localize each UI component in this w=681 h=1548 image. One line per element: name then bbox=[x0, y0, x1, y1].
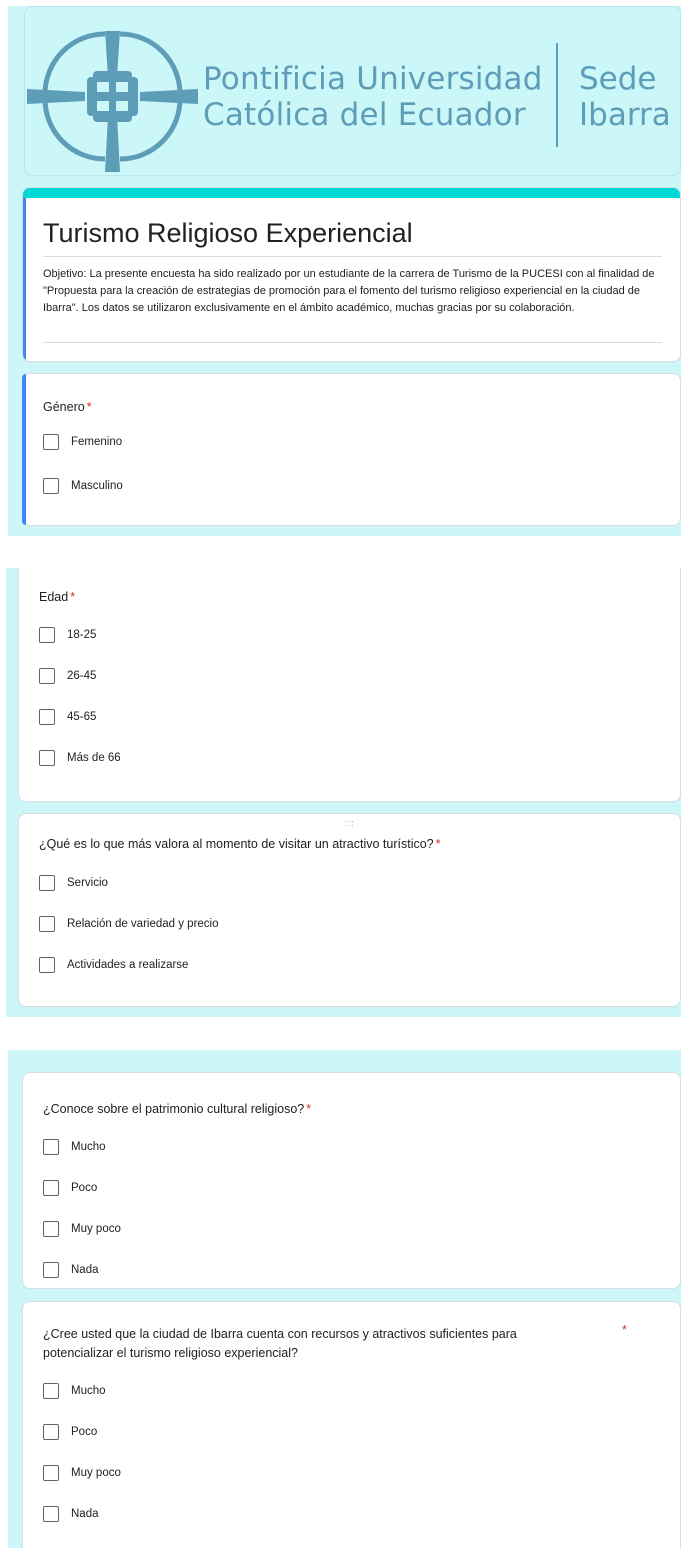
option-actividades[interactable]: Actividades a realizarse bbox=[39, 957, 188, 973]
university-name-line2: Católica del Ecuador bbox=[203, 97, 526, 133]
form-accent-bar bbox=[23, 188, 680, 198]
option-poco[interactable]: Poco bbox=[43, 1424, 97, 1440]
option-26-45[interactable]: 26-45 bbox=[39, 668, 96, 684]
checkbox[interactable] bbox=[43, 434, 59, 450]
university-name: Pontificia Universidad Católica del Ecua… bbox=[203, 61, 543, 133]
question-title: Edad * bbox=[39, 590, 76, 604]
required-asterisk: * bbox=[435, 837, 441, 851]
option-muy-poco[interactable]: Muy poco bbox=[43, 1221, 121, 1237]
checkbox[interactable] bbox=[43, 1221, 59, 1237]
option-relacion-variedad-precio[interactable]: Relación de variedad y precio bbox=[39, 916, 219, 932]
form-description: Objetivo: La presente encuesta ha sido r… bbox=[43, 268, 655, 314]
question-card-patrimonio: ¿Conoce sobre el patrimonio cultural rel… bbox=[22, 1072, 681, 1289]
checkbox[interactable] bbox=[43, 1180, 59, 1196]
option-45-65[interactable]: 45-65 bbox=[39, 709, 96, 725]
question-card-recursos: ¿Cree usted que la ciudad de Ibarra cuen… bbox=[22, 1301, 681, 1548]
checkbox[interactable] bbox=[39, 916, 55, 932]
question-title: Género * bbox=[43, 400, 92, 414]
checkbox[interactable] bbox=[39, 668, 55, 684]
divider bbox=[43, 342, 662, 343]
header-divider bbox=[556, 43, 558, 147]
question-card-valora: ::: ¿Qué es lo que más valora al momento… bbox=[18, 813, 681, 1007]
header-banner: Pontificia Universidad Católica del Ecua… bbox=[24, 6, 681, 176]
required-asterisk: * bbox=[622, 1323, 627, 1337]
option-masculino[interactable]: Masculino bbox=[43, 478, 123, 494]
required-asterisk: * bbox=[86, 400, 92, 414]
form-title-card: Turismo Religioso Experiencial Objetivo:… bbox=[22, 187, 681, 362]
checkbox[interactable] bbox=[43, 1262, 59, 1278]
checkbox[interactable] bbox=[39, 875, 55, 891]
checkbox[interactable] bbox=[43, 1465, 59, 1481]
divider bbox=[43, 256, 662, 257]
checkbox[interactable] bbox=[43, 1139, 59, 1155]
question-title-line1: ¿Cree usted que la ciudad de Ibarra cuen… bbox=[43, 1327, 517, 1341]
form-title: Turismo Religioso Experiencial bbox=[43, 218, 413, 248]
campus-name: Sede Ibarra bbox=[579, 61, 671, 133]
question-title: ¿Conoce sobre el patrimonio cultural rel… bbox=[43, 1102, 312, 1116]
checkbox[interactable] bbox=[43, 1424, 59, 1440]
required-asterisk: * bbox=[306, 1102, 312, 1116]
checkbox[interactable] bbox=[39, 627, 55, 643]
question-title-line2: potencializar el turismo religioso exper… bbox=[43, 1346, 298, 1360]
drag-handle-icon[interactable]: ::: bbox=[344, 818, 355, 828]
option-servicio[interactable]: Servicio bbox=[39, 875, 108, 891]
university-logo-icon bbox=[27, 31, 198, 172]
checkbox[interactable] bbox=[39, 709, 55, 725]
question-title: ¿Qué es lo que más valora al momento de … bbox=[39, 837, 441, 851]
option-mucho[interactable]: Mucho bbox=[43, 1383, 106, 1399]
option-nada[interactable]: Nada bbox=[43, 1506, 99, 1522]
option-18-25[interactable]: 18-25 bbox=[39, 627, 96, 643]
campus-name-line2: Ibarra bbox=[579, 97, 671, 133]
question-title: ¿Cree usted que la ciudad de Ibarra cuen… bbox=[43, 1325, 603, 1363]
checkbox[interactable] bbox=[43, 1506, 59, 1522]
checkbox[interactable] bbox=[39, 750, 55, 766]
university-name-line1: Pontificia Universidad bbox=[203, 61, 543, 97]
required-asterisk: * bbox=[70, 590, 76, 604]
option-muy-poco[interactable]: Muy poco bbox=[43, 1465, 121, 1481]
checkbox[interactable] bbox=[43, 478, 59, 494]
option-femenino[interactable]: Femenino bbox=[43, 434, 122, 450]
option-poco[interactable]: Poco bbox=[43, 1180, 97, 1196]
option-mucho[interactable]: Mucho bbox=[43, 1139, 106, 1155]
checkbox[interactable] bbox=[39, 957, 55, 973]
question-card-edad: Edad * 18-25 26-45 45-65 Más de 66 bbox=[18, 568, 681, 802]
option-nada[interactable]: Nada bbox=[43, 1262, 99, 1278]
campus-name-line1: Sede bbox=[579, 61, 657, 97]
option-mas-de-66[interactable]: Más de 66 bbox=[39, 750, 121, 766]
question-card-genero: Género * Femenino Masculino bbox=[22, 373, 681, 526]
checkbox[interactable] bbox=[43, 1383, 59, 1399]
